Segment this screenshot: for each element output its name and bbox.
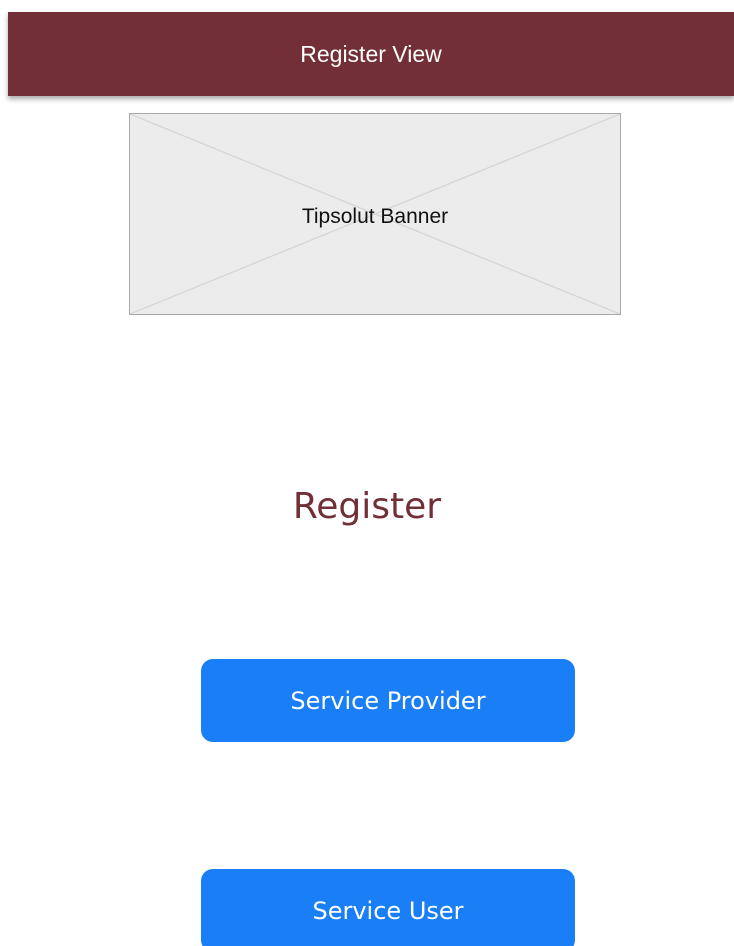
service-user-button[interactable]: Service User — [201, 869, 575, 946]
banner-placeholder: Tipsolut Banner — [129, 113, 621, 315]
banner-label: Tipsolut Banner — [301, 205, 449, 228]
header-bar: Register View — [8, 12, 734, 96]
page-title: Register — [292, 486, 442, 527]
header-title: Register View — [300, 40, 442, 67]
service-provider-button[interactable]: Service Provider — [201, 659, 575, 742]
